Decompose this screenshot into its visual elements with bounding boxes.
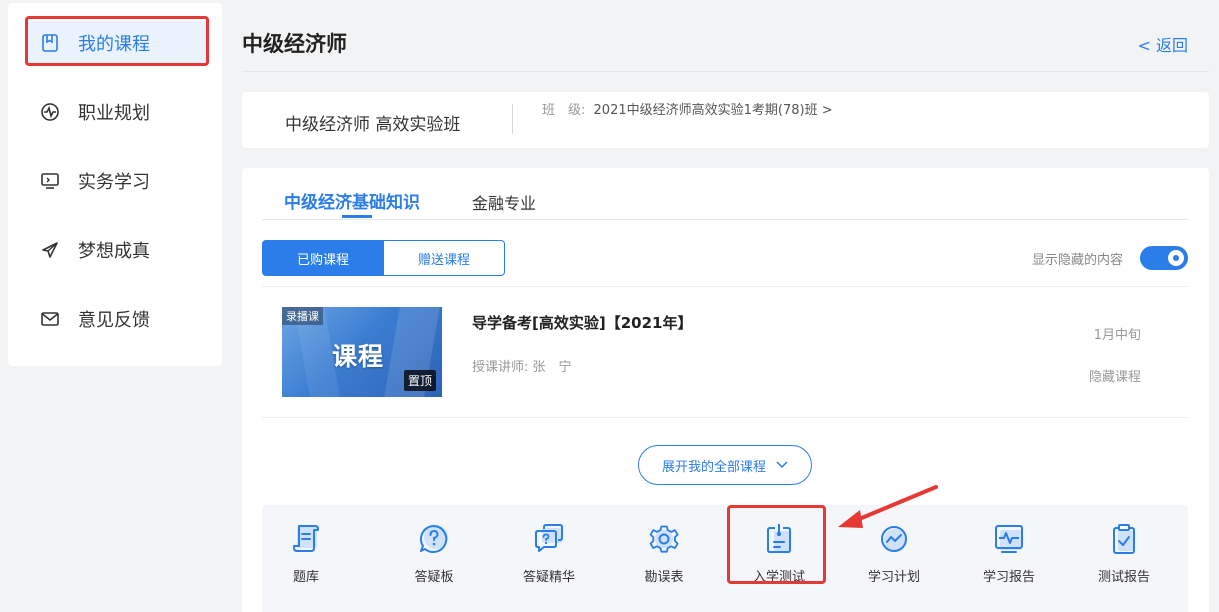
purchased-courses-tab[interactable]: 已购课程	[262, 240, 384, 276]
pinned-tag: 置顶	[403, 370, 436, 391]
sidebar-item-practice-learning[interactable]: 实务学习	[8, 159, 222, 203]
tool-qa-highlights[interactable]: 答疑精华	[504, 521, 594, 585]
gifted-courses-tab[interactable]: 赠送课程	[383, 240, 505, 276]
paper-plane-icon	[38, 238, 62, 262]
tool-label: 答疑板	[414, 570, 454, 585]
sidebar-item-label: 梦想成真	[78, 241, 150, 262]
clipboard-check-icon	[1106, 521, 1142, 557]
test-clipboard-icon	[761, 521, 797, 557]
page-title: 中级经济师	[242, 32, 347, 56]
sidebar-item-my-courses[interactable]: 我的课程	[28, 21, 206, 65]
tool-label: 题库	[292, 570, 319, 585]
hide-course-link[interactable]: 隐藏课程	[1089, 366, 1141, 385]
course-title[interactable]: 导学备考[高效实验]【2021年】	[472, 312, 692, 333]
tool-test-report[interactable]: 测试报告	[1079, 521, 1169, 585]
tool-qa-board[interactable]: 答疑板	[389, 521, 479, 585]
sidebar-item-feedback[interactable]: 意见反馈	[8, 297, 222, 341]
bookmark-icon	[38, 31, 62, 55]
class-value: 2021中级经济师高效实验1考期(78)班 >	[593, 103, 833, 118]
tab-active-underline	[342, 215, 372, 218]
sidebar-item-label: 实务学习	[78, 172, 150, 193]
tool-label: 入学测试	[752, 570, 805, 585]
course-teacher: 授课讲师: 张 宁	[472, 360, 572, 375]
back-link[interactable]: < 返回	[1138, 32, 1189, 56]
tools-panel: 题库 答疑板 答疑精华 勘误表 入学测试 学习计划 学习报告 测试报告	[262, 505, 1188, 612]
tab-finance[interactable]: 金融专业	[472, 190, 536, 214]
tabs-divider	[262, 219, 1188, 220]
course-thumbnail[interactable]: 录播课 课程 置顶	[282, 307, 442, 397]
expand-all-courses-button[interactable]: 展开我的全部课程	[638, 445, 812, 485]
class-info-link[interactable]: 班 级: 2021中级经济师高效实验1考期(78)班 >	[542, 99, 833, 118]
tab-economics-basics[interactable]: 中级经济基础知识	[284, 188, 420, 213]
tool-question-bank[interactable]: 题库	[261, 521, 351, 585]
show-hidden-toggle[interactable]	[1140, 246, 1188, 270]
list-top-divider	[262, 286, 1188, 287]
pulse-report-icon	[991, 521, 1027, 557]
tool-label: 学习报告	[982, 570, 1035, 585]
thumb-title: 课程	[332, 342, 385, 371]
show-hidden-label: 显示隐藏的内容	[1032, 253, 1124, 268]
list-bottom-divider	[262, 417, 1188, 418]
course-date: 1月中旬	[1093, 328, 1141, 343]
monitor-icon	[38, 169, 62, 193]
tool-errata[interactable]: 勘误表	[619, 521, 709, 585]
question-chat-icon	[531, 521, 567, 557]
class-card: 中级经济师 高效实验班 班 级: 2021中级经济师高效实验1考期(78)班 >	[242, 92, 1209, 148]
tool-label: 答疑精华	[522, 570, 575, 585]
chevron-down-icon	[776, 458, 788, 472]
expand-label: 展开我的全部课程	[661, 459, 766, 475]
tool-study-plan[interactable]: 学习计划	[849, 521, 939, 585]
sidebar-item-label: 职业规划	[78, 103, 150, 124]
tool-label: 勘误表	[644, 570, 684, 585]
class-divider	[512, 104, 513, 134]
tool-study-report[interactable]: 学习报告	[964, 521, 1054, 585]
gear-icon	[646, 521, 682, 557]
sidebar-item-label: 我的课程	[78, 34, 150, 55]
question-bubble-icon	[416, 521, 452, 557]
scroll-icon	[288, 521, 324, 557]
chart-circle-icon	[876, 521, 912, 557]
tool-label: 测试报告	[1097, 570, 1150, 585]
class-label: 班 级:	[542, 103, 586, 118]
class-name: 中级经济师 高效实验班	[285, 115, 461, 135]
sidebar: 我的课程 职业规划 实务学习 梦想成真 意见反馈	[8, 3, 222, 366]
pulse-icon	[38, 100, 62, 124]
sidebar-item-dreams[interactable]: 梦想成真	[8, 228, 222, 272]
sidebar-item-label: 意见反馈	[78, 310, 150, 331]
sidebar-item-career-planning[interactable]: 职业规划	[8, 90, 222, 134]
recorded-tag: 录播课	[282, 307, 323, 325]
tool-entrance-test[interactable]: 入学测试	[734, 521, 824, 585]
mail-icon	[38, 307, 62, 331]
main-card: 中级经济基础知识 金融专业 已购课程 赠送课程 显示隐藏的内容 录播课 课程 置…	[242, 168, 1209, 612]
header-divider	[242, 71, 1209, 72]
tool-label: 学习计划	[867, 570, 920, 585]
toggle-knob	[1168, 250, 1184, 266]
